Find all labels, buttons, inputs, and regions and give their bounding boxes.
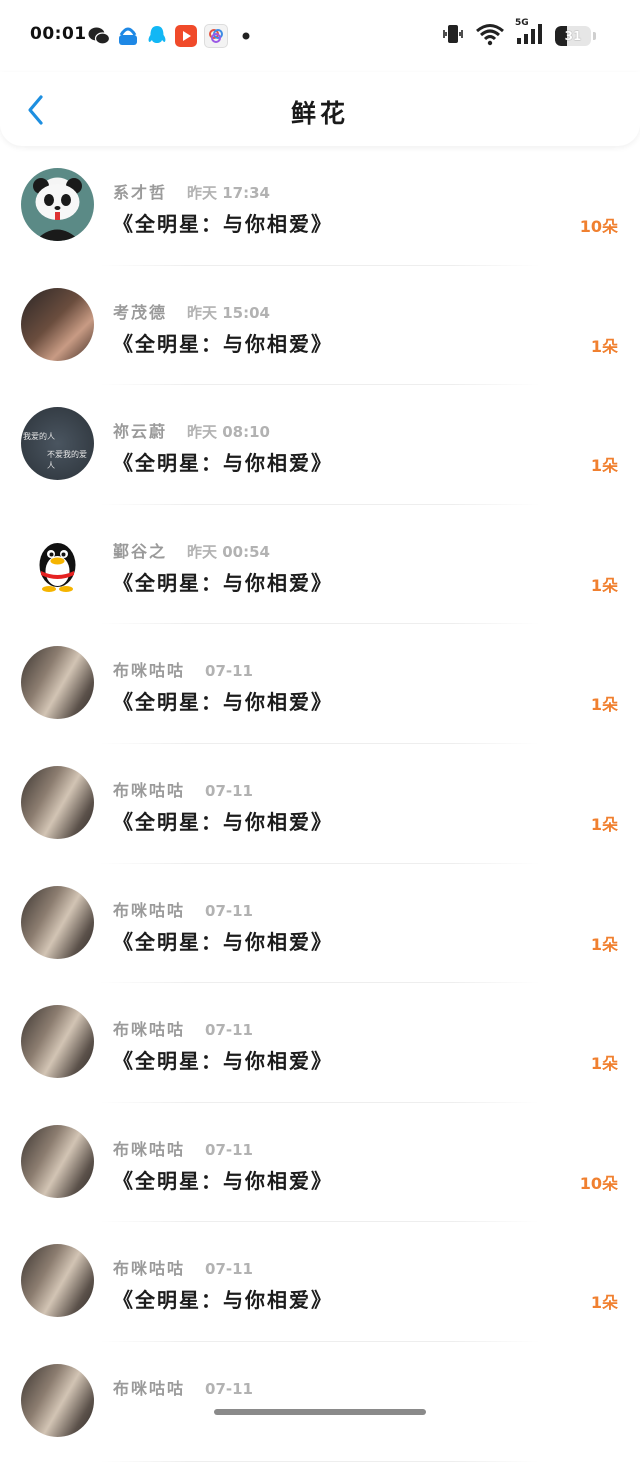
sender-name[interactable]: 布咪咕咕 <box>113 1255 185 1279</box>
sender-info: 布咪咕咕 07-11 <box>113 1136 253 1160</box>
list-item[interactable]: 系才哲 昨天 17:34 《全明星：与你相爱》 10朵 <box>0 146 640 266</box>
gift-time: 昨天 15:04 <box>187 303 270 322</box>
sender-info: 布咪咕咕 07-11 <box>113 1255 253 1279</box>
avatar[interactable] <box>21 1363 94 1437</box>
flower-count: 1朵 <box>590 1054 618 1074</box>
avatar[interactable] <box>21 1005 94 1079</box>
qq-icon <box>146 25 168 47</box>
list-item[interactable]: 我爱的人 不爱我的爱人 祢云蔚 昨天 08:10 《全明星：与你相爱》 1朵 <box>0 385 640 505</box>
gift-time: 昨天 08:10 <box>187 423 270 442</box>
sender-name[interactable]: 考茂德 <box>113 299 167 323</box>
list-item[interactable]: 布咪咕咕 07-11 《全明星：与你相爱》 1朵 <box>0 1222 640 1342</box>
gift-time: 昨天 00:54 <box>187 542 270 561</box>
gift-title: 《全明星：与你相爱》 <box>113 451 333 476</box>
sender-name[interactable]: 祢云蔚 <box>113 418 167 442</box>
sender-info: 考茂德 昨天 15:04 <box>113 299 270 323</box>
list-item[interactable]: 布咪咕咕 07-11 《全明星：与你相爱》 10朵 <box>0 1103 640 1223</box>
list-item[interactable]: 布咪咕咕 07-11 《全明星：与你相爱》 1朵 <box>0 864 640 984</box>
vibrate-icon <box>441 22 465 50</box>
gift-time: 07-11 <box>205 1260 253 1279</box>
avatar[interactable] <box>21 526 94 600</box>
sender-name[interactable]: 布咪咕咕 <box>113 1016 185 1040</box>
sender-info: 布咪咕咕 07-11 <box>113 657 253 681</box>
gift-time: 昨天 17:34 <box>187 184 270 202</box>
status-time: 00:01 <box>30 24 87 44</box>
notification-icons <box>88 24 257 48</box>
sender-info: 系才哲 昨天 17:34 <box>113 179 270 203</box>
list-item[interactable]: 布咪咕咕 07-11 <box>0 1342 640 1462</box>
avatar[interactable] <box>21 168 94 241</box>
gift-title: 《全明星：与你相爱》 <box>113 1049 333 1074</box>
gift-title: 《全明星：与你相爱》 <box>113 212 333 236</box>
video-app-icon <box>175 25 197 47</box>
app-store-icon <box>117 25 139 47</box>
avatar[interactable] <box>21 1124 94 1198</box>
list-item[interactable]: 考茂德 昨天 15:04 《全明星：与你相爱》 1朵 <box>0 266 640 386</box>
gift-list: 系才哲 昨天 17:34 《全明星：与你相爱》 10朵 考茂德 昨天 15:04 《全明星：… <box>0 146 640 1462</box>
flower-count: 1朵 <box>590 1293 618 1313</box>
flower-count: 1朵 <box>590 934 618 954</box>
avatar-text: 我爱的人 <box>23 432 55 442</box>
gift-time: 07-11 <box>205 901 253 920</box>
dot-icon <box>235 25 257 47</box>
sender-info: 鄞谷之 昨天 00:54 <box>113 538 270 562</box>
sender-info: 布咪咕咕 07-11 <box>113 777 253 801</box>
gift-time: 07-11 <box>205 1140 253 1159</box>
sender-name[interactable]: 布咪咕咕 <box>113 1375 185 1399</box>
wifi-icon <box>475 22 505 50</box>
avatar[interactable] <box>21 885 94 959</box>
sender-name[interactable]: 布咪咕咕 <box>113 1136 185 1160</box>
gift-title: 《全明星：与你相爱》 <box>113 809 333 834</box>
signal-icon: 5G <box>515 18 545 50</box>
avatar[interactable]: 我爱的人不爱我的爱人 <box>21 407 94 481</box>
gift-title: 《全明星：与你相爱》 <box>113 690 333 715</box>
gift-time: 07-11 <box>205 1021 253 1040</box>
gift-title: 《全明星：与你相爱》 <box>113 1168 333 1193</box>
sender-name[interactable]: 布咪咕咕 <box>113 777 185 801</box>
flower-count: 10朵 <box>579 1173 618 1193</box>
sender-name[interactable]: 布咪咕咕 <box>113 657 185 681</box>
page-title: 鲜花 <box>290 99 349 128</box>
network-type: 5G <box>515 18 529 28</box>
flower-count: 1朵 <box>590 336 618 356</box>
home-indicator[interactable] <box>214 1409 426 1415</box>
sender-name[interactable]: 布咪咕咕 <box>113 897 185 921</box>
sender-info: 布咪咕咕 07-11 <box>113 1016 253 1040</box>
nav-bar: 鲜花 <box>0 72 640 146</box>
gift-time: 07-11 <box>205 1379 253 1398</box>
sender-name[interactable]: 系才哲 <box>113 179 167 203</box>
battery-level: 31 <box>564 29 582 43</box>
battery-icon: 31 <box>555 26 591 46</box>
sender-name[interactable]: 鄞谷之 <box>113 538 167 562</box>
sender-info: 祢云蔚 昨天 08:10 <box>113 418 270 442</box>
gift-title: 《全明星：与你相爱》 <box>113 570 333 595</box>
battery-cap <box>593 32 596 40</box>
wechat-icon <box>88 25 110 47</box>
gift-title: 《全明星：与你相爱》 <box>113 331 333 356</box>
list-item[interactable]: 布咪咕咕 07-11 《全明星：与你相爱》 1朵 <box>0 744 640 864</box>
sender-info: 布咪咕咕 07-11 <box>113 897 253 921</box>
avatar[interactable] <box>21 1244 94 1318</box>
flower-count: 1朵 <box>590 814 618 834</box>
gift-title: 《全明星：与你相爱》 <box>113 1288 333 1313</box>
flower-count: 1朵 <box>590 695 618 715</box>
list-item[interactable]: 布咪咕咕 07-11 《全明星：与你相爱》 1朵 <box>0 624 640 744</box>
divider <box>100 1460 540 1462</box>
gift-time: 07-11 <box>205 662 253 681</box>
avatar-text: 不爱我的爱人 <box>47 450 87 471</box>
gift-title: 《全明星：与你相爱》 <box>113 929 333 954</box>
list-item[interactable]: 布咪咕咕 07-11 《全明星：与你相爱》 1朵 <box>0 983 640 1103</box>
avatar[interactable] <box>21 765 94 839</box>
avatar[interactable] <box>21 646 94 720</box>
photo-app-icon <box>204 24 228 48</box>
list-item[interactable]: 鄞谷之 昨天 00:54 《全明星：与你相爱》 1朵 <box>0 505 640 625</box>
flower-count: 10朵 <box>579 217 618 236</box>
avatar[interactable] <box>21 287 94 361</box>
flower-count: 1朵 <box>590 456 618 476</box>
gift-time: 07-11 <box>205 781 253 800</box>
flower-count: 1朵 <box>590 575 618 595</box>
status-bar: 00:01 5G 31 <box>0 0 640 72</box>
sender-info: 布咪咕咕 07-11 <box>113 1375 253 1399</box>
status-right: 5G 31 <box>441 18 596 50</box>
